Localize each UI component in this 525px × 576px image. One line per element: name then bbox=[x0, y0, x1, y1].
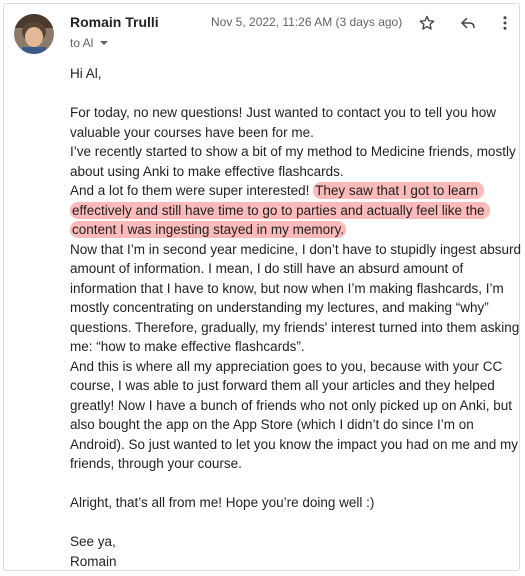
avatar[interactable] bbox=[14, 14, 54, 54]
message-date: Nov 5, 2022, 11:26 AM (3 days ago) bbox=[211, 15, 403, 29]
message-body: Hi Al, For today, no new questions! Just… bbox=[70, 64, 522, 571]
paragraph-appreciation: And this is where all my appreciation go… bbox=[70, 358, 522, 472]
recipient-details-toggle[interactable]: to Al bbox=[70, 36, 109, 50]
email-message: Romain Trulli to Al Nov 5, 2022, 11:26 A… bbox=[3, 3, 522, 571]
reply-button[interactable] bbox=[456, 11, 480, 35]
recipient-line: to Al bbox=[70, 36, 94, 50]
chevron-down-icon bbox=[100, 41, 109, 45]
reply-icon bbox=[461, 17, 475, 29]
greeting: Hi Al, bbox=[70, 66, 102, 81]
paragraph-interest: And a lot fo them were super interested!… bbox=[70, 181, 522, 240]
signature: Romain bbox=[70, 553, 117, 569]
star-button[interactable] bbox=[415, 11, 439, 35]
paragraph-intro: For today, no new questions! Just wanted… bbox=[70, 105, 500, 140]
closing-line: Alright, that’s all from me! Hope you’re… bbox=[70, 495, 375, 510]
signoff: See ya, bbox=[70, 534, 116, 549]
paragraph-interest-text: And a lot fo them were super interested! bbox=[70, 183, 314, 198]
star-icon bbox=[419, 15, 435, 30]
more-vert-icon bbox=[503, 16, 507, 30]
paragraph-method: I’ve recently started to show a bit of m… bbox=[70, 144, 520, 179]
sender-name[interactable]: Romain Trulli bbox=[70, 14, 159, 30]
more-options-button[interactable] bbox=[493, 11, 517, 35]
paragraph-second-year: Now that I’m in second year medicine, I … bbox=[70, 241, 525, 355]
avatar-photo bbox=[14, 14, 54, 54]
